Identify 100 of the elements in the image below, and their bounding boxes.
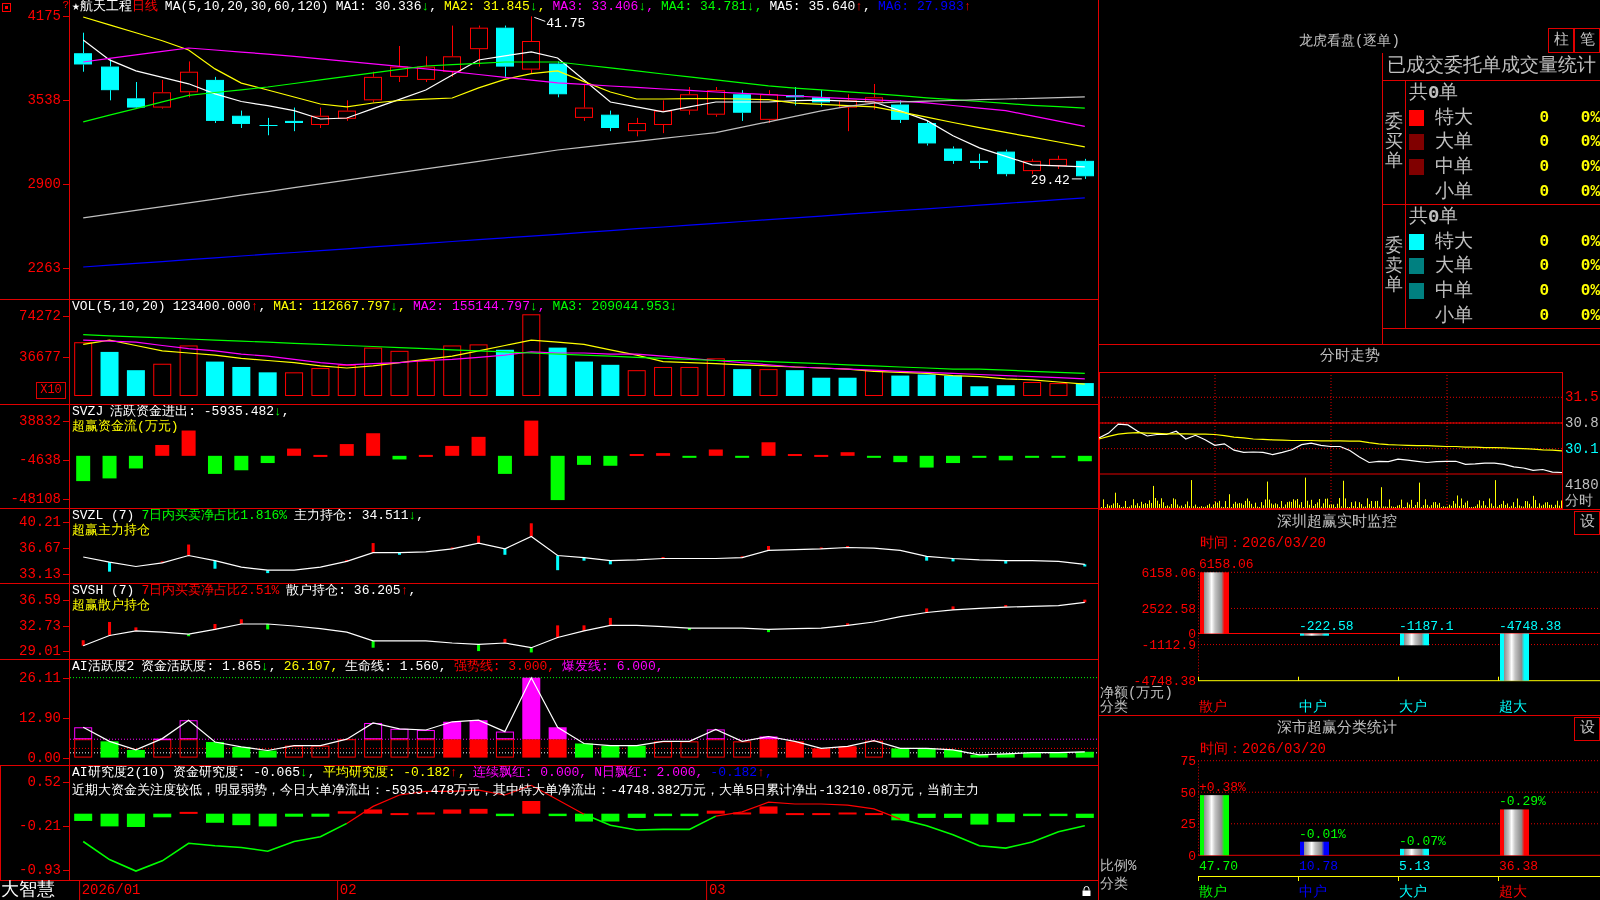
indicator-readout: MA1: 30.336↓,: [335, 0, 438, 14]
change-label: -0.01%: [1299, 826, 1346, 842]
value-label: -4748.38: [1499, 618, 1562, 634]
axis-label: 25: [1180, 817, 1196, 833]
category-label: 中户: [1299, 699, 1327, 715]
indicator-readout: 7日内买卖净占比2.51%: [141, 584, 280, 598]
axis-label: 3538: [27, 93, 61, 108]
axis-label: 12.90: [19, 711, 61, 726]
axis-label: 74272: [19, 309, 61, 324]
order-share: 0%: [1580, 181, 1600, 202]
order-count: 0: [1539, 256, 1549, 277]
indicator-readout: MA2: 155144.797↓,: [412, 300, 546, 314]
indicator-readout: MA3: 209044.953↓: [552, 300, 678, 314]
value-label: 5.13: [1399, 859, 1431, 874]
date-time-label: 时间：2026/03/20: [1200, 535, 1326, 551]
indicator-readout: N日飘红: 2.000,: [594, 766, 704, 780]
date-label: 2026/01: [78, 881, 141, 900]
category-label: 中户: [1299, 884, 1327, 900]
order-share: 0%: [1580, 107, 1600, 128]
indicator-readout: SVSH (7): [72, 584, 135, 598]
order-share: 0%: [1580, 305, 1600, 326]
value-label: -222.58: [1299, 618, 1354, 634]
panel-title: 深圳超赢实时监控: [1276, 514, 1397, 531]
axis-label: 32.73: [19, 618, 61, 633]
order-count: 0: [1539, 305, 1549, 326]
order-count: 0: [1539, 132, 1549, 153]
value-label: 10.78: [1299, 859, 1338, 874]
indicator-readout: 7日内买卖净占比1.816%: [141, 509, 288, 523]
group-label: 委买单: [1385, 112, 1403, 173]
indicator-title: 超赢资金流(万元): [72, 420, 179, 434]
group-label: 委卖单: [1385, 236, 1403, 297]
brand-name: 大智慧: [0, 881, 55, 900]
indicator-readout: 生命线: 1.560,: [345, 660, 447, 674]
order-size-label: 大单: [1435, 255, 1473, 278]
order-share: 0%: [1580, 256, 1600, 277]
axis-label: 2522.58: [1141, 601, 1196, 617]
indicator-readout: 爆发线: 6.000,: [562, 660, 664, 674]
annotation: 29.42: [1030, 172, 1070, 188]
change-label: +0.38%: [1199, 780, 1246, 796]
axis-label: 2263: [27, 261, 61, 276]
order-count: 0: [1539, 281, 1549, 302]
category-label: 散户: [1199, 699, 1227, 715]
date-label: 02: [336, 881, 357, 900]
date-time-label: 时间：2026/03/20: [1200, 741, 1326, 757]
indicator-readout: MA(5,10,20,30,60,120): [164, 0, 329, 14]
axis-title: 分类: [1100, 699, 1128, 715]
order-share: 0%: [1580, 157, 1600, 178]
indicator-readout: 123400.000↑,: [172, 300, 267, 314]
order-share: 0%: [1580, 281, 1600, 302]
order-size-label: 特大: [1435, 230, 1473, 253]
indicator-title: 超赢散户持仓: [72, 599, 150, 613]
axis-title: 分类: [1100, 876, 1128, 892]
category-label: 超大: [1499, 699, 1527, 715]
value-label: 36.38: [1499, 859, 1538, 874]
axis-label: 0.00: [27, 750, 61, 765]
order-size-label: 特大: [1435, 106, 1473, 129]
table-title: 已成交委托单成交量统计: [1383, 53, 1600, 81]
order-total: 共0单: [1409, 206, 1459, 228]
chart-mode-label: 分时: [1565, 493, 1593, 509]
axis-label: 75: [1180, 754, 1196, 770]
order-total: 共0单: [1409, 82, 1459, 104]
order-count: 0: [1539, 157, 1549, 178]
indicator-readout: 连续飘红: 0.000,: [472, 766, 588, 780]
indicator-readout: MA2: 31.845↓,: [444, 0, 546, 14]
order-count: 0: [1539, 181, 1549, 202]
order-size-label: 中单: [1435, 280, 1473, 303]
price-axis-label: 30.1: [1565, 440, 1599, 457]
indicator-readout: MA5: 35.640↑,: [769, 0, 871, 14]
axis-label: 0: [1188, 848, 1196, 864]
panel-title: 分时走势: [1319, 348, 1380, 365]
indicator-readout: 强势线: 3.000,: [453, 660, 556, 674]
indicator-readout: MA4: 34.781↓,: [661, 0, 763, 14]
indicator-title: 超赢主力持仓: [72, 524, 150, 538]
value-label: 6158.06: [1199, 557, 1254, 573]
date-label: 03: [705, 881, 726, 900]
axis-label: 6158.06: [1141, 565, 1196, 581]
indicator-readout: MA1: 112667.797↓,: [273, 300, 406, 314]
axis-label: 36677: [19, 349, 61, 364]
price-callout: 41.75: [533, 16, 586, 32]
panel-title: 深市超赢分类统计: [1276, 720, 1397, 737]
axis-label: 33.13: [19, 567, 61, 582]
axis-label: 50: [1180, 785, 1196, 801]
indicator-readout: MA3: 33.406↓,: [552, 0, 654, 14]
annotation: 41.75: [546, 16, 586, 32]
category-label: 超大: [1499, 884, 1527, 900]
axis-label: 36.67: [19, 541, 61, 556]
axis-label: -4638: [19, 453, 61, 467]
order-count: 0: [1539, 231, 1549, 252]
axis-label: 26.11: [19, 670, 61, 685]
axis-label: -1112.9: [1141, 638, 1196, 654]
axis-title: 比例%: [1100, 858, 1137, 874]
change-label: -0.07%: [1399, 833, 1446, 849]
axis-label: -0.93: [19, 862, 61, 877]
indicator-readout: VOL(5,10,20): [72, 300, 166, 314]
axis-label: 4175: [27, 9, 61, 24]
volume-axis-label: 4180: [1565, 477, 1599, 493]
axis-label: -48108: [10, 492, 61, 507]
price-axis-label: 31.5: [1565, 389, 1599, 406]
order-size-label: 大单: [1435, 131, 1473, 154]
indicator-readout: -0.182↑,: [710, 766, 773, 780]
